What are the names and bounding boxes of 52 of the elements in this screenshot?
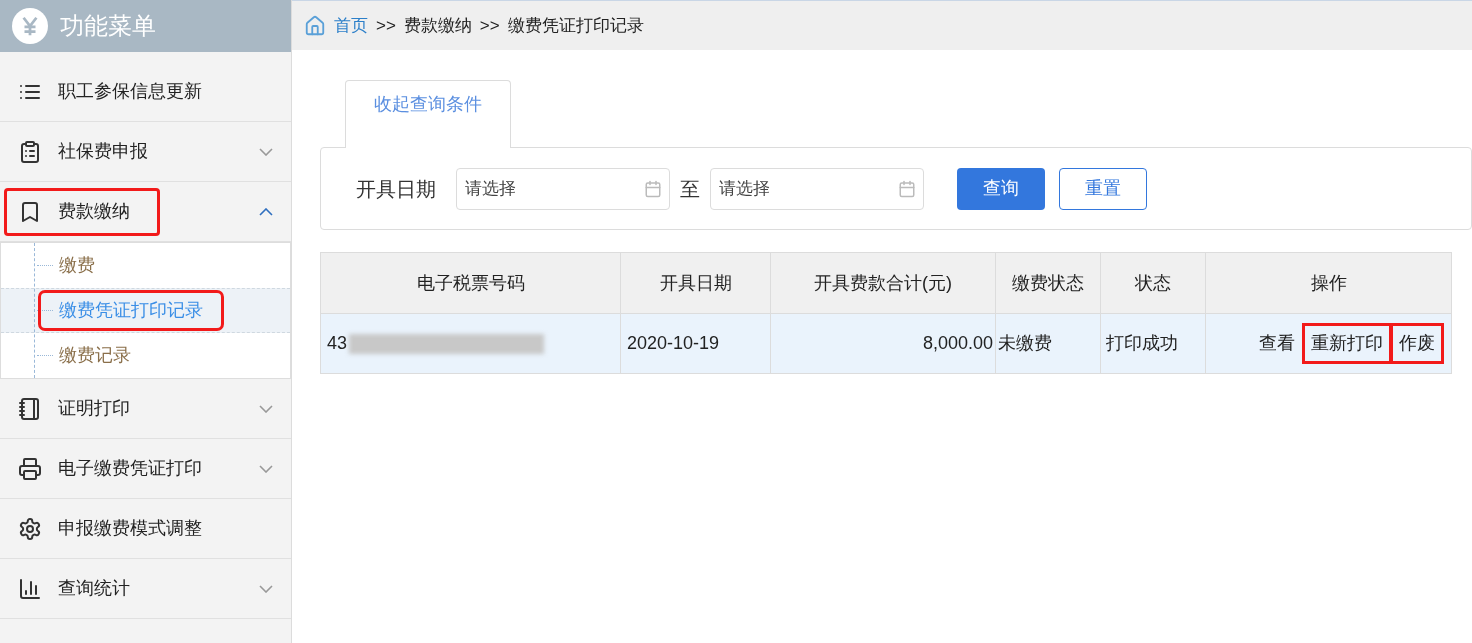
gear-icon xyxy=(18,516,42,541)
menu-label-text: 费款缴纳 xyxy=(58,200,130,223)
reset-button[interactable]: 重置 xyxy=(1059,167,1147,210)
menu-label-text: 申报缴费模式调整 xyxy=(58,517,202,540)
breadcrumb-text: >> xyxy=(479,14,500,37)
sidebar-title: 功能菜单 xyxy=(60,11,156,41)
table-row[interactable]: 43 2020-10-19 8,000.00 未缴费 打印成功 查看 重新打印 作废 xyxy=(320,313,1452,374)
menu-item[interactable]: 社保费申报 xyxy=(0,122,291,182)
breadcrumb-text: 费款缴纳 xyxy=(403,14,472,37)
menu-item[interactable]: 查询统计 xyxy=(0,559,291,619)
column-header: 缴费状态 xyxy=(995,252,1101,314)
menu-label-text: 职工参保信息更新 xyxy=(58,80,202,103)
date-field[interactable]: 请选择 xyxy=(456,167,670,210)
menu-item[interactable]: 职工参保信息更新 xyxy=(0,62,291,122)
submenu-item[interactable]: 缴费记录 xyxy=(41,338,149,373)
table-cell: 2020-10-19 xyxy=(627,333,720,353)
breadcrumb-text: >> xyxy=(376,14,396,37)
column-header: 开具日期 xyxy=(620,252,771,314)
separator-text: 至 xyxy=(680,176,700,202)
menu-item[interactable]: 电子缴费凭证打印 xyxy=(0,439,291,499)
row-action-link[interactable]: 重新打印 xyxy=(1305,326,1389,361)
date-field[interactable]: 请选择 xyxy=(710,167,924,210)
calendar-icon xyxy=(898,179,916,198)
menu-label-text: 证明打印 xyxy=(58,397,130,420)
column-header: 状态 xyxy=(1100,252,1206,314)
row-action-link[interactable]: 作废 xyxy=(1393,326,1441,361)
menu-item[interactable]: 申报缴费模式调整 xyxy=(0,499,291,559)
bar-chart-icon xyxy=(18,576,42,601)
row-action-link[interactable]: 查看 xyxy=(1253,326,1301,361)
clipboard-icon xyxy=(18,139,42,164)
calendar-icon xyxy=(644,179,662,198)
menu-label-text: 查询统计 xyxy=(58,577,130,600)
home-icon xyxy=(304,14,326,37)
menu-item[interactable]: 费款缴纳 xyxy=(0,182,291,242)
table-cell: 未缴费 xyxy=(998,333,1052,353)
table-cell: 打印成功 xyxy=(1106,333,1178,353)
column-header: 电子税票号码 xyxy=(320,252,621,314)
printer-icon xyxy=(18,456,42,481)
yen-icon xyxy=(12,8,48,44)
breadcrumb-text: 缴费凭证打印记录 xyxy=(507,14,644,37)
breadcrumb-link[interactable]: 首页 xyxy=(334,12,368,39)
table-cell-text: 43 xyxy=(327,332,348,355)
table-cell: 8,000.00 xyxy=(922,333,993,353)
menu-label-text: 电子缴费凭证打印 xyxy=(58,457,202,480)
menu-item[interactable]: 证明打印 xyxy=(0,379,291,439)
submenu-item[interactable]: 缴费 xyxy=(41,248,113,283)
column-header: 操作 xyxy=(1205,252,1452,314)
search-button[interactable]: 查询 xyxy=(957,167,1045,210)
notebook-icon xyxy=(18,396,42,421)
menu-label-text: 社保费申报 xyxy=(58,140,148,163)
column-header: 开具费款合计(元) xyxy=(770,252,996,314)
field-label: 开具日期 xyxy=(356,176,436,202)
